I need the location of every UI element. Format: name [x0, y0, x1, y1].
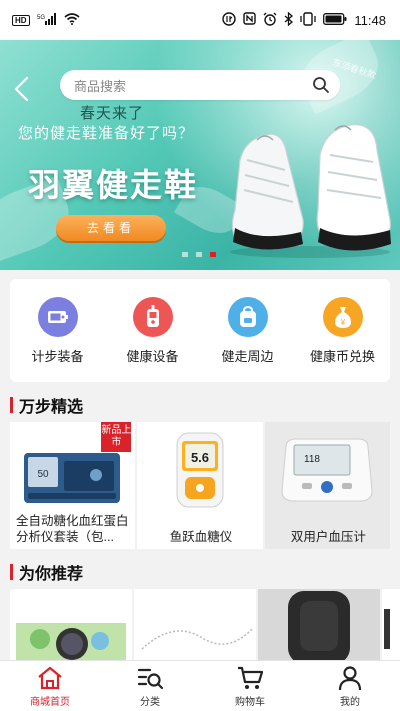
glucose-meter-icon	[132, 296, 173, 337]
banner-cta-button[interactable]: 去看看	[56, 215, 166, 241]
category-coin-exchange[interactable]: ¥ 健康币兑换	[298, 296, 388, 365]
banner-title: 羽翼健走鞋	[28, 167, 199, 203]
search-bar[interactable]: 商品搜索	[60, 70, 340, 100]
coin-bag-icon: ¥	[322, 296, 363, 337]
tab-label: 分类	[140, 696, 160, 708]
chevron-left-icon	[14, 76, 29, 102]
carousel-indicator	[182, 252, 216, 257]
carousel-dot-active[interactable]	[210, 252, 216, 257]
section-accent-bar	[10, 564, 13, 580]
product-name: 双用户血压计	[290, 530, 366, 544]
backpack-icon	[227, 296, 268, 337]
tab-label: 商城首页	[30, 696, 70, 708]
alarm-icon	[263, 12, 277, 29]
category-label: 健走周边	[221, 348, 274, 364]
product-image: 5.6	[137, 422, 262, 517]
recommend-card[interactable]	[258, 589, 380, 664]
sneaker-image	[230, 124, 391, 258]
tab-category[interactable]: 分类	[100, 661, 200, 711]
tab-profile[interactable]: 我的	[300, 661, 400, 711]
category-list-icon	[137, 668, 164, 689]
new-product-badge: 新品上市	[101, 422, 132, 452]
device-display: 50	[37, 469, 49, 480]
product-image	[288, 591, 350, 664]
recommend-card[interactable]	[10, 589, 132, 664]
tab-home[interactable]: 商城首页	[0, 661, 100, 711]
section-title: 为你推荐	[19, 566, 84, 583]
signal-5g-icon: 5G	[37, 12, 57, 28]
product-card[interactable]: 50 新品上市 全自动糖化血红蛋白分析仪套装（包...	[10, 422, 136, 549]
wifi-icon	[64, 12, 80, 28]
cart-icon	[238, 666, 264, 689]
category-label: 计步装备	[31, 348, 84, 364]
product-image	[16, 623, 126, 664]
product-card[interactable]: 118 双用户血压计	[264, 422, 390, 549]
product-card[interactable]: 5.6 鱼跃血糖仪	[137, 422, 263, 549]
bottom-tab-bar: 商城首页 分类 购物车 我的	[0, 660, 400, 711]
user-icon	[338, 665, 362, 690]
recommend-card[interactable]	[134, 589, 256, 664]
bluetooth-icon	[284, 11, 294, 29]
vibrate-icon	[300, 11, 317, 29]
product-image	[141, 628, 253, 650]
category-label: 健康设备	[126, 348, 179, 364]
battery-icon	[323, 12, 347, 28]
clock-time: 11:48	[354, 12, 386, 28]
back-button[interactable]	[6, 72, 36, 106]
home-icon	[38, 666, 62, 689]
hd-icon: HD	[12, 14, 30, 26]
category-pedometer[interactable]: 计步装备	[13, 296, 103, 365]
category-label: 健康币兑换	[309, 348, 375, 364]
product-image	[384, 609, 390, 649]
search-icon[interactable]	[312, 76, 330, 94]
product-name: 鱼跃血糖仪	[169, 530, 233, 544]
recommend-row	[10, 589, 400, 664]
section-title: 万步精选	[19, 399, 84, 416]
recommend-card[interactable]	[382, 589, 400, 664]
search-input[interactable]: 商品搜索	[74, 76, 126, 95]
product-image: 118	[265, 422, 390, 517]
nfc-icon	[243, 12, 257, 28]
carousel-dot[interactable]	[196, 252, 202, 257]
category-walking-gear[interactable]: 健走周边	[203, 296, 293, 365]
tab-label: 购物车	[235, 696, 265, 708]
banner-subheadline: 您的健走鞋准备好了吗？	[18, 125, 195, 142]
pedometer-icon	[37, 296, 78, 337]
tab-cart[interactable]: 购物车	[200, 661, 300, 711]
category-health-device[interactable]: 健康设备	[108, 296, 198, 365]
banner-headline: 春天来了	[80, 105, 145, 122]
carousel-dot[interactable]	[182, 252, 188, 257]
section-header-picks: 万步精选	[10, 395, 84, 416]
mall-home-page: HD 5G 11:48 东添春秋款 春天来了 您的健走鞋准备好了吗？ 羽翼健走鞋…	[0, 0, 400, 711]
product-name: 全自动糖化血红蛋白分析仪套装（包...	[16, 514, 129, 544]
category-grid: 计步装备 健康设备 健走周边 ¥ 健康币兑换	[10, 279, 390, 382]
promo-banner[interactable]: 东添春秋款 春天来了 您的健走鞋准备好了吗？ 羽翼健走鞋 去看看 商品搜索	[0, 40, 400, 270]
svg-text:¥: ¥	[339, 318, 345, 327]
svg-text:5G: 5G	[37, 15, 45, 21]
tab-label: 我的	[340, 696, 360, 708]
product-row: 50 新品上市 全自动糖化血红蛋白分析仪套装（包... 5.6 鱼跃血糖仪 11…	[10, 422, 390, 549]
device-display: 118	[304, 454, 320, 465]
device-display: 5.6	[191, 450, 209, 465]
section-header-recommend: 为你推荐	[10, 562, 84, 583]
data-speed-icon	[222, 11, 237, 29]
status-bar: HD 5G 11:48	[0, 0, 400, 40]
section-accent-bar	[10, 397, 13, 413]
